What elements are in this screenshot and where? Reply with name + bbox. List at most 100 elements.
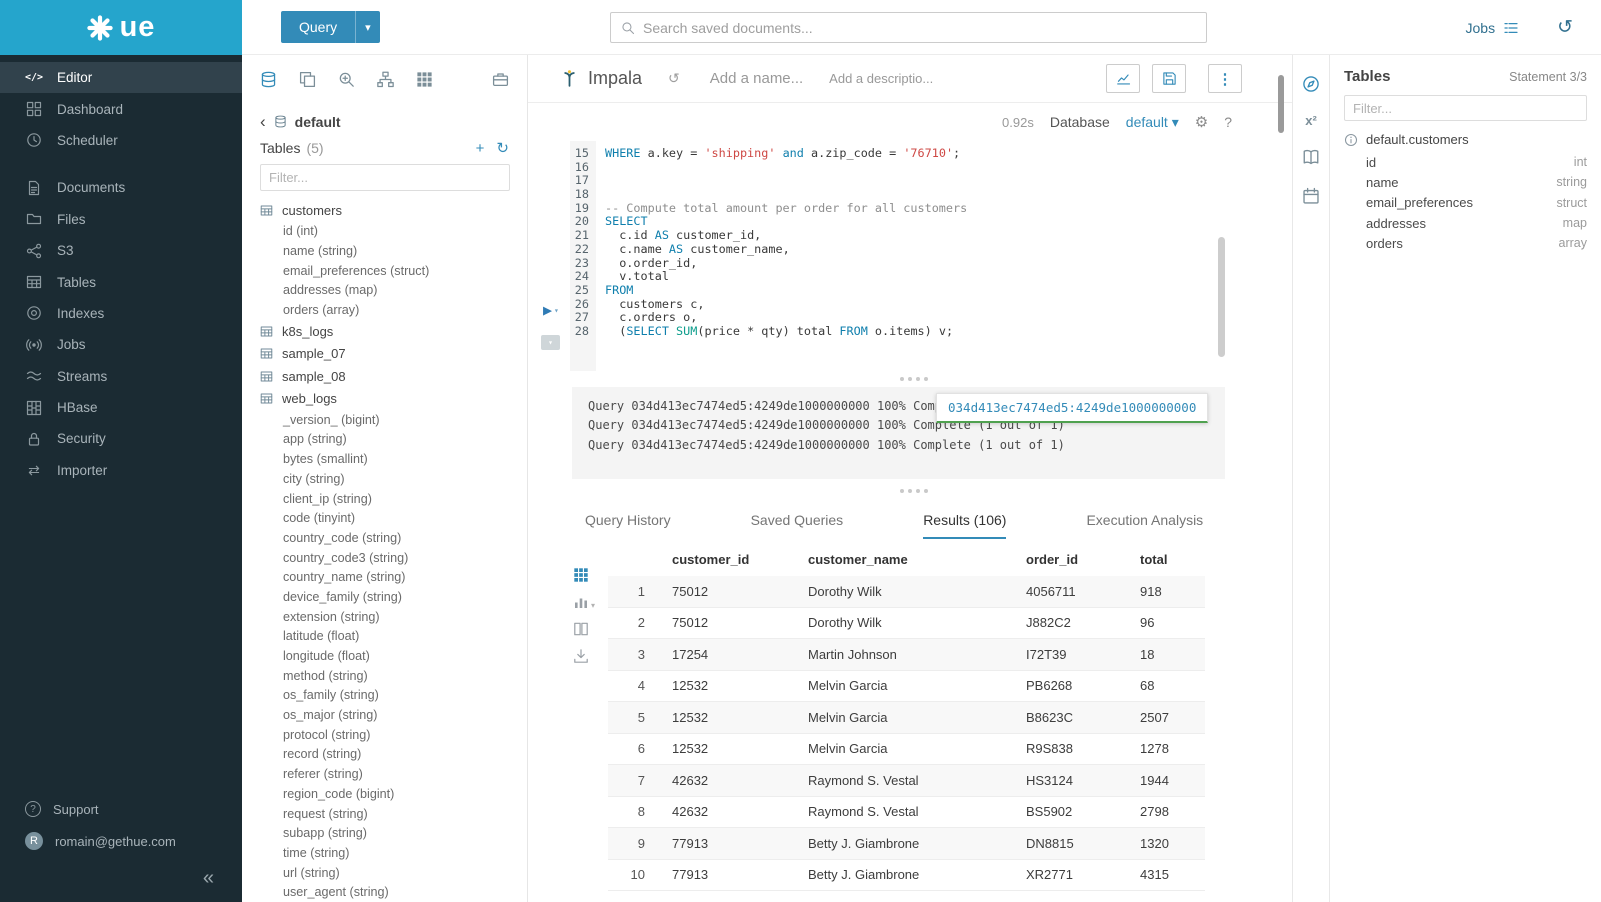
query-id-popover[interactable]: 034d413ec7474ed5:4249de1000000000 bbox=[936, 393, 1208, 423]
code-line[interactable]: 20SELECT bbox=[528, 215, 1292, 229]
column-item[interactable]: client_ip (string) bbox=[242, 489, 527, 509]
tables-filter-input[interactable] bbox=[260, 164, 510, 191]
code-line[interactable]: 21 c.id AS customer_id, bbox=[528, 229, 1292, 243]
code-line[interactable]: 15WHERE a.key = 'shipping' and a.zip_cod… bbox=[528, 147, 1292, 161]
chart-view-button[interactable]: ▾ bbox=[573, 594, 595, 610]
sidebar-item-tables[interactable]: Tables bbox=[0, 266, 242, 297]
table-row[interactable]: 512532Melvin GarciaB8623C2507 bbox=[608, 702, 1205, 734]
global-search[interactable] bbox=[610, 12, 1207, 43]
code-line[interactable]: 17 bbox=[528, 174, 1292, 188]
breadcrumb-database[interactable]: default bbox=[295, 114, 341, 130]
tab-query-history[interactable]: Query History bbox=[585, 503, 671, 539]
chart-button[interactable] bbox=[1106, 64, 1140, 93]
query-name-field[interactable]: Add a name... bbox=[710, 70, 803, 87]
query-description-field[interactable]: Add a descriptio... bbox=[829, 71, 933, 86]
sidebar-item-streams[interactable]: Streams bbox=[0, 361, 242, 392]
table-item-customers[interactable]: customers bbox=[242, 199, 527, 222]
col-header-total[interactable]: total bbox=[1140, 552, 1205, 567]
column-item[interactable]: os_major (string) bbox=[242, 705, 527, 725]
table-item-k8s_logs[interactable]: k8s_logs bbox=[242, 320, 527, 343]
collapse-sidebar-button[interactable]: « bbox=[0, 867, 242, 890]
functions-icon[interactable]: x² bbox=[1305, 114, 1317, 127]
column-item[interactable]: longitude (float) bbox=[242, 646, 527, 666]
column-item[interactable]: request (string) bbox=[242, 804, 527, 824]
col-header-customer-id[interactable]: customer_id bbox=[660, 552, 806, 567]
schedule-icon[interactable] bbox=[1302, 187, 1320, 205]
statement-gutter-widget[interactable]: ▾ bbox=[541, 335, 560, 350]
table-row[interactable]: 317254Martin JohnsonI72T3918 bbox=[608, 639, 1205, 671]
hdfs-source-icon[interactable] bbox=[377, 71, 394, 88]
engine-selector[interactable]: Impala bbox=[560, 68, 642, 89]
sidebar-item-importer[interactable]: ⇄Importer bbox=[0, 455, 242, 486]
table-row[interactable]: 275012Dorothy WilkJ882C296 bbox=[608, 608, 1205, 640]
language-reference-icon[interactable] bbox=[1302, 148, 1320, 166]
sidebar-item-security[interactable]: Security bbox=[0, 423, 242, 454]
code-line[interactable]: 25FROM bbox=[528, 284, 1292, 298]
panel-scrollbar[interactable] bbox=[1278, 75, 1284, 133]
column-item[interactable]: country_name (string) bbox=[242, 567, 527, 587]
column-item[interactable]: subapp (string) bbox=[242, 823, 527, 843]
code-line[interactable]: 27 c.orders o, bbox=[528, 311, 1292, 325]
column-item[interactable]: app (string) bbox=[242, 430, 527, 450]
sidebar-item-indexes[interactable]: Indexes bbox=[0, 298, 242, 329]
column-item[interactable]: device_family (string) bbox=[242, 587, 527, 607]
table-row[interactable]: 175012Dorothy Wilk4056711918 bbox=[608, 576, 1205, 608]
chevron-left-icon[interactable]: ‹ bbox=[260, 113, 266, 130]
sidebar-item-editor[interactable]: </>Editor bbox=[0, 62, 242, 93]
code-line[interactable]: 23 o.order_id, bbox=[528, 257, 1292, 271]
resize-handle-top[interactable] bbox=[528, 371, 1292, 387]
right-column-id[interactable]: idint bbox=[1344, 152, 1587, 172]
tab-execution-analysis[interactable]: Execution Analysis bbox=[1086, 503, 1203, 539]
right-column-addresses[interactable]: addressesmap bbox=[1344, 213, 1587, 233]
resize-handle-bottom[interactable] bbox=[528, 479, 1292, 503]
apps-grid-icon[interactable] bbox=[416, 71, 433, 88]
right-column-email_preferences[interactable]: email_preferencesstruct bbox=[1344, 193, 1587, 213]
database-dropdown[interactable]: default ▾ bbox=[1126, 114, 1179, 131]
column-item[interactable]: name (string) bbox=[242, 241, 527, 261]
table-item-web_logs[interactable]: web_logs bbox=[242, 387, 527, 410]
column-item[interactable]: country_code (string) bbox=[242, 528, 527, 548]
jobs-link[interactable]: Jobs bbox=[1466, 20, 1520, 36]
columns-view-button[interactable] bbox=[573, 621, 589, 637]
table-row[interactable]: 742632Raymond S. VestalHS31241944 bbox=[608, 765, 1205, 797]
documents-source-icon[interactable] bbox=[299, 71, 316, 88]
sidebar-item-hbase[interactable]: HBase bbox=[0, 392, 242, 423]
column-item[interactable]: os_family (string) bbox=[242, 686, 527, 706]
query-history-icon[interactable]: ↺ bbox=[1557, 16, 1573, 39]
col-header-order-id[interactable]: order_id bbox=[1026, 552, 1140, 567]
column-item[interactable]: email_preferences (struct) bbox=[242, 261, 527, 281]
code-editor[interactable]: 15WHERE a.key = 'shipping' and a.zip_cod… bbox=[528, 141, 1292, 371]
sidebar-item-scheduler[interactable]: Scheduler bbox=[0, 125, 242, 156]
tab-results[interactable]: Results (106) bbox=[923, 503, 1006, 539]
add-table-icon[interactable]: + bbox=[476, 141, 485, 156]
help-icon[interactable]: ? bbox=[1224, 114, 1232, 130]
right-column-name[interactable]: namestring bbox=[1344, 172, 1587, 192]
run-query-button[interactable]: ▶ ▾ bbox=[543, 303, 559, 318]
table-row[interactable]: 612532Melvin GarciaR9S8381278 bbox=[608, 734, 1205, 766]
column-item[interactable]: bytes (smallint) bbox=[242, 449, 527, 469]
editor-assistant-icon[interactable] bbox=[1302, 75, 1320, 93]
sidebar-item-jobs[interactable]: Jobs bbox=[0, 329, 242, 360]
table-row[interactable]: 1077913Betty J. GiambroneXR27714315 bbox=[608, 860, 1205, 892]
code-line[interactable]: 28 (SELECT SUM(price * qty) total FROM o… bbox=[528, 325, 1292, 339]
column-item[interactable]: time (string) bbox=[242, 843, 527, 863]
sql-source-icon[interactable] bbox=[260, 71, 277, 88]
column-item[interactable]: code (tinyint) bbox=[242, 508, 527, 528]
statement-indicator[interactable]: Statement 3/3 bbox=[1509, 70, 1587, 84]
hue-logo[interactable]: ue bbox=[0, 0, 242, 55]
column-item[interactable]: region_code (bigint) bbox=[242, 784, 527, 804]
column-item[interactable]: protocol (string) bbox=[242, 725, 527, 745]
gear-icon[interactable]: ⚙ bbox=[1195, 113, 1208, 131]
code-line[interactable]: 26 customers c, bbox=[528, 298, 1292, 312]
sidebar-item-files[interactable]: Files bbox=[0, 204, 242, 235]
sidebar-item-dashboard[interactable]: Dashboard bbox=[0, 93, 242, 124]
briefcase-icon[interactable] bbox=[492, 71, 509, 88]
table-row[interactable]: 977913Betty J. GiambroneDN88151320 bbox=[608, 828, 1205, 860]
search-plus-icon[interactable] bbox=[338, 71, 355, 88]
tab-saved-queries[interactable]: Saved Queries bbox=[751, 503, 844, 539]
code-line[interactable]: 18 bbox=[528, 188, 1292, 202]
right-filter-input[interactable] bbox=[1344, 95, 1587, 121]
column-item[interactable]: country_code3 (string) bbox=[242, 548, 527, 568]
right-column-orders[interactable]: ordersarray bbox=[1344, 233, 1587, 253]
column-item[interactable]: extension (string) bbox=[242, 607, 527, 627]
